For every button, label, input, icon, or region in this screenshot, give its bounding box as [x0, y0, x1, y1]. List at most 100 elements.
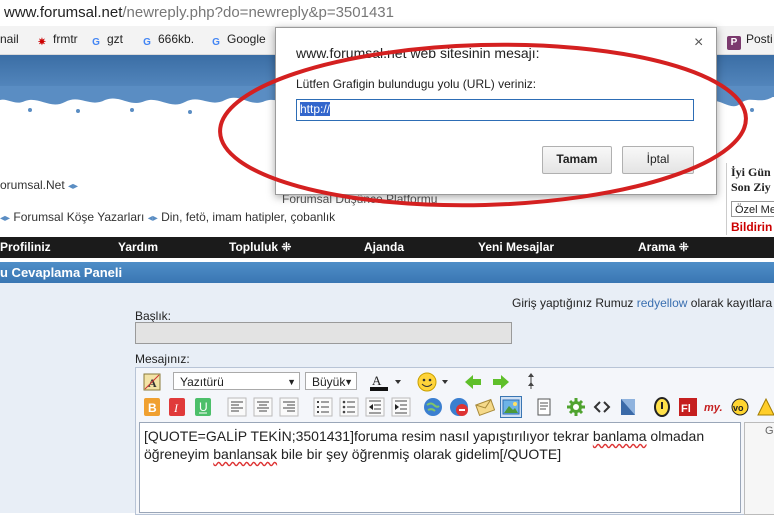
myvideo-button[interactable]: my.	[703, 396, 729, 418]
align-right-button[interactable]	[278, 396, 300, 418]
align-left-icon	[227, 397, 247, 417]
extra-button-2[interactable]	[755, 396, 774, 418]
side-report-link[interactable]: Bildirin	[731, 220, 772, 234]
svg-text:A: A	[372, 373, 382, 388]
url-path: /newreply.php?do=newreply&p=3501431	[122, 4, 394, 21]
smiley-icon	[417, 372, 448, 392]
title-input[interactable]	[135, 322, 512, 344]
indent-button[interactable]	[390, 396, 412, 418]
message-textarea[interactable]: [QUOTE=GALİP TEKİN;3501431]foruma resim …	[139, 422, 741, 513]
menu-profile[interactable]: Profiliniz	[0, 240, 51, 254]
frmtr-icon: ✷	[37, 37, 47, 48]
myvideo-icon: my.	[704, 402, 723, 414]
font-select-value: Yazıtürü	[180, 375, 224, 389]
extra-button-1[interactable]	[651, 396, 673, 418]
message-text: olmadan	[646, 428, 705, 444]
remove-format-icon: A	[143, 373, 161, 391]
message-line-2: öğreneyim banlansak bile bir şey öğrenmi…	[144, 445, 736, 463]
align-right-icon	[279, 397, 299, 417]
panel-title: u Cevaplama Paneli	[0, 265, 123, 280]
font-select[interactable]: Yazıtürü ▼	[173, 372, 300, 390]
bookmark-frmtr[interactable]: ✷ frmtr	[36, 32, 78, 49]
dialog-title: www.forumsal.net web sitesinin mesajı:	[296, 45, 540, 61]
side-select[interactable]: Özel Me	[731, 201, 774, 217]
login-username[interactable]: redyellow	[637, 296, 688, 310]
insert-image-button[interactable]	[500, 396, 522, 418]
resize-toggle[interactable]	[523, 371, 539, 393]
italic-button[interactable]: I	[166, 396, 188, 418]
video-button[interactable]: vo	[729, 396, 751, 418]
align-center-icon	[253, 397, 273, 417]
globe-link-icon	[424, 398, 442, 416]
breadcrumb-forum[interactable]: Forumsal Köşe Yazarları	[13, 210, 144, 224]
bookmark-mail[interactable]: nail	[0, 32, 19, 46]
svg-text:vo: vo	[733, 403, 744, 413]
undo-button[interactable]	[462, 371, 484, 393]
menu-new-posts[interactable]: Yeni Mesajlar	[478, 240, 554, 254]
menu-search[interactable]: Arama ⁜	[638, 240, 689, 254]
url-input-value: http://	[300, 102, 331, 116]
bookmark-666kb[interactable]: G 666kb.	[141, 32, 194, 49]
address-bar[interactable]: www.forumsal.net/newreply.php?do=newrepl…	[0, 0, 774, 26]
size-select[interactable]: Büyük ▼	[305, 372, 357, 390]
prompt-dialog: www.forumsal.net web sitesinin mesajı: ×…	[275, 27, 717, 195]
chevron-down-icon: ▼	[287, 377, 296, 387]
align-center-button[interactable]	[252, 396, 274, 418]
message-text: bile bir şey öğrenmiş olarak gidelim[/QU…	[277, 446, 562, 462]
url-host: www.forumsal.net	[4, 4, 123, 21]
login-info-suffix: olarak kayıtlara	[690, 296, 773, 310]
resize-icon	[528, 373, 534, 389]
side-panel-label: G	[765, 425, 774, 437]
insert-email-button[interactable]	[474, 396, 496, 418]
underline-button[interactable]: U	[192, 396, 214, 418]
php-code-button[interactable]	[617, 396, 639, 418]
double-arrow-icon: ◂▸	[147, 213, 158, 224]
menu-calendar[interactable]: Ajanda	[364, 240, 404, 254]
bookmark-gzt[interactable]: Ggzt	[90, 32, 123, 49]
undo-arrow-icon	[465, 375, 481, 389]
code-button[interactable]	[591, 396, 613, 418]
text-color-button[interactable]: A	[367, 371, 407, 393]
svg-text:my.: my.	[704, 402, 723, 414]
bulleted-list-button[interactable]	[338, 396, 360, 418]
bookmark-pocket[interactable]: P Posti	[727, 32, 773, 50]
flash-button[interactable]: Fl	[677, 396, 699, 418]
settings-button[interactable]	[565, 396, 587, 418]
breadcrumb-site[interactable]: orumsal.Net ◂▸	[0, 178, 78, 192]
align-left-button[interactable]	[226, 396, 248, 418]
menu-community[interactable]: Topluluk ⁜	[229, 240, 292, 254]
login-info: Giriş yaptığınız Rumuz redyellow olarak …	[512, 296, 772, 310]
redo-button[interactable]	[490, 371, 512, 393]
bold-button[interactable]: B	[141, 396, 163, 418]
google-icon: G	[92, 37, 100, 48]
menu-help[interactable]: Yardım	[118, 240, 158, 254]
login-info-prefix: Giriş yaptığınız Rumuz	[512, 296, 634, 310]
bookmark-label: Google	[227, 32, 266, 46]
breadcrumb-thread[interactable]: Din, fetö, imam hatipler, çobanlık	[161, 210, 335, 224]
insert-quote-button[interactable]	[533, 396, 555, 418]
remove-link-button[interactable]	[448, 396, 470, 418]
ok-button[interactable]: Tamam	[542, 146, 612, 174]
quote-icon	[537, 398, 551, 416]
breadcrumb: ◂▸ Forumsal Köşe Yazarları ◂▸ Din, fetö,…	[0, 210, 335, 224]
close-icon[interactable]: ×	[694, 34, 703, 52]
underline-icon: U	[195, 398, 211, 416]
text-color-icon: A	[370, 373, 401, 391]
cancel-button[interactable]: İptal	[622, 146, 694, 174]
svg-text:Fl: Fl	[681, 403, 691, 415]
message-line-1: [QUOTE=GALİP TEKİN;3501431]foruma resim …	[144, 427, 736, 445]
unlink-globe-icon	[450, 398, 468, 416]
insert-link-button[interactable]	[422, 396, 444, 418]
outdent-button[interactable]	[364, 396, 386, 418]
numbered-list-button[interactable]	[312, 396, 334, 418]
url-input[interactable]: http://	[296, 99, 694, 121]
bold-icon: B	[144, 398, 160, 416]
double-arrow-icon: ◂▸	[0, 213, 11, 224]
bookmark-google[interactable]: G Google	[210, 32, 266, 49]
remove-format-button[interactable]: A	[141, 371, 163, 393]
svg-text:B: B	[148, 401, 157, 415]
double-arrow-icon: ◂▸	[68, 181, 79, 192]
smilies-button[interactable]	[415, 371, 453, 393]
url-text[interactable]: www.forumsal.net/newreply.php?do=newrepl…	[4, 4, 394, 21]
flash-icon: Fl	[679, 398, 697, 416]
